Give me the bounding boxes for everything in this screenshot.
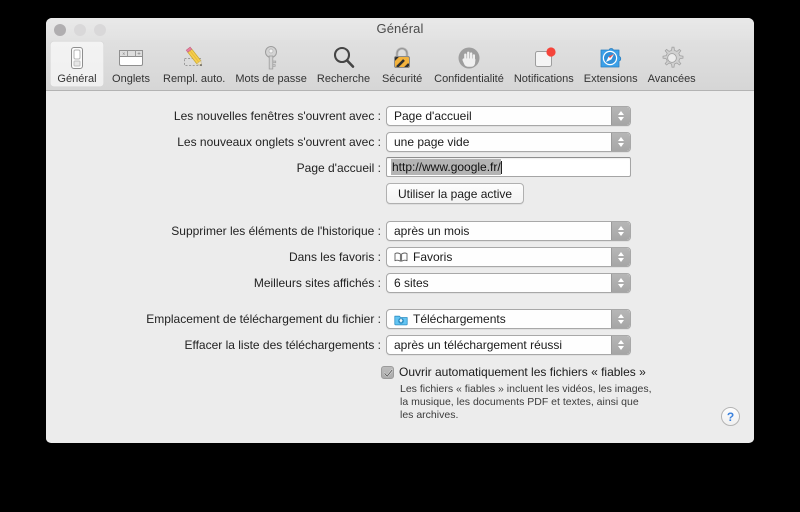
toolbar-item-security[interactable]: Sécurité bbox=[375, 41, 429, 87]
search-magnifier-icon bbox=[329, 44, 359, 72]
row-download-location: Emplacement de téléchargement du fichier… bbox=[46, 309, 381, 329]
favorites-stepper[interactable] bbox=[611, 248, 630, 266]
remove-history-stepper[interactable] bbox=[611, 222, 630, 240]
toolbar-item-label: Confidentialité bbox=[434, 73, 504, 85]
row-clear-downloads: Effacer la liste des téléchargements : bbox=[46, 335, 381, 355]
toolbar-item-label: Général bbox=[57, 73, 97, 85]
open-safe-files-label: Ouvrir automatiquement les fichiers « fi… bbox=[399, 365, 646, 379]
new-windows-popup[interactable]: Page d'accueil bbox=[386, 106, 631, 126]
new-tabs-stepper[interactable] bbox=[611, 133, 630, 151]
help-button-label: ? bbox=[726, 409, 735, 424]
row-new-windows: Les nouvelles fenêtres s'ouvrent avec : bbox=[46, 106, 381, 126]
clear-downloads-value: après un téléchargement réussi bbox=[394, 338, 563, 352]
toolbar-item-label: Avancées bbox=[647, 73, 696, 85]
homepage-label: Page d'accueil : bbox=[296, 161, 381, 175]
downloads-folder-icon bbox=[394, 313, 408, 326]
open-safe-files-row[interactable]: Ouvrir automatiquement les fichiers « fi… bbox=[381, 365, 646, 379]
toolbar-item-label: Extensions bbox=[583, 73, 638, 85]
toolbar-item-advanced[interactable]: Avancées bbox=[643, 41, 701, 87]
toolbar-item-privacy[interactable]: Confidentialité bbox=[429, 41, 509, 87]
toolbar-item-general[interactable]: Général bbox=[50, 41, 104, 87]
book-icon bbox=[394, 251, 408, 263]
download-location-popup[interactable]: Téléchargements bbox=[386, 309, 631, 329]
toolbar-item-notifications[interactable]: Notifications bbox=[509, 41, 579, 87]
notification-badge-icon bbox=[529, 44, 559, 72]
preferences-window: Général Général × + Onglets Rempl. auto.… bbox=[46, 18, 754, 443]
preferences-toolbar: Général × + Onglets Rempl. auto. Mots de… bbox=[46, 40, 754, 91]
row-top-sites: Meilleurs sites affichés : bbox=[46, 273, 381, 293]
top-sites-value: 6 sites bbox=[394, 276, 429, 290]
clear-downloads-label: Effacer la liste des téléchargements : bbox=[184, 338, 381, 352]
toolbar-item-label: Recherche bbox=[316, 73, 371, 85]
homepage-value: http://www.google.fr/ bbox=[391, 159, 501, 175]
toolbar-item-extensions[interactable]: Extensions bbox=[579, 41, 643, 87]
favorites-popup[interactable]: Favoris bbox=[386, 247, 631, 267]
toolbar-item-label: Onglets bbox=[112, 73, 150, 85]
svg-text:×: × bbox=[122, 51, 125, 57]
toolbar-item-passwords[interactable]: Mots de passe bbox=[230, 41, 312, 87]
homepage-input[interactable]: http://www.google.fr/ bbox=[386, 157, 631, 177]
favorites-value: Favoris bbox=[413, 250, 453, 264]
tabs-icon: × + bbox=[116, 44, 146, 72]
open-safe-files-help-text: Les fichiers « fiables » incluent les vi… bbox=[400, 383, 652, 421]
use-current-page-label: Utiliser la page active bbox=[398, 186, 513, 201]
new-tabs-value: une page vide bbox=[394, 135, 470, 149]
open-safe-files-checkbox[interactable] bbox=[381, 366, 394, 379]
general-icon bbox=[62, 44, 92, 72]
remove-history-popup[interactable]: après un mois bbox=[386, 221, 631, 241]
favorites-label: Dans les favoris : bbox=[288, 250, 381, 264]
row-favorites: Dans les favoris : bbox=[46, 247, 381, 267]
download-location-label: Emplacement de téléchargement du fichier… bbox=[146, 312, 381, 326]
toolbar-item-autofill[interactable]: Rempl. auto. bbox=[158, 41, 230, 87]
padlock-icon bbox=[387, 44, 417, 72]
download-location-value: Téléchargements bbox=[413, 312, 506, 326]
window-titlebar: Général bbox=[46, 18, 754, 40]
clear-downloads-stepper[interactable] bbox=[611, 336, 630, 354]
row-homepage: Page d'accueil : bbox=[46, 158, 381, 178]
autofill-pencil-icon bbox=[179, 44, 209, 72]
key-icon bbox=[256, 44, 286, 72]
use-current-page-button[interactable]: Utiliser la page active bbox=[386, 183, 525, 204]
clear-downloads-popup[interactable]: après un téléchargement réussi bbox=[386, 335, 631, 355]
toolbar-item-search[interactable]: Recherche bbox=[312, 41, 375, 87]
puzzle-compass-icon bbox=[596, 44, 626, 72]
new-windows-value: Page d'accueil bbox=[394, 109, 472, 123]
window-title: Général bbox=[376, 21, 424, 36]
toolbar-item-tabs[interactable]: × + Onglets bbox=[104, 41, 158, 87]
top-sites-label: Meilleurs sites affichés : bbox=[253, 276, 381, 290]
row-remove-history: Supprimer les éléments de l'historique : bbox=[46, 221, 381, 241]
svg-text:+: + bbox=[137, 52, 141, 58]
gear-icon bbox=[657, 44, 687, 72]
new-windows-stepper[interactable] bbox=[611, 107, 630, 125]
top-sites-stepper[interactable] bbox=[611, 274, 630, 292]
toolbar-item-label: Mots de passe bbox=[235, 73, 307, 85]
toolbar-item-label: Rempl. auto. bbox=[163, 73, 226, 85]
remove-history-label: Supprimer les éléments de l'historique : bbox=[171, 224, 381, 238]
download-location-stepper[interactable] bbox=[611, 310, 630, 328]
hand-icon bbox=[454, 44, 484, 72]
top-sites-popup[interactable]: 6 sites bbox=[386, 273, 631, 293]
preferences-content: Les nouvelles fenêtres s'ouvrent avec : … bbox=[46, 91, 754, 442]
new-tabs-popup[interactable]: une page vide bbox=[386, 132, 631, 152]
toolbar-item-label: Sécurité bbox=[381, 73, 423, 85]
toolbar-item-label: Notifications bbox=[513, 73, 574, 85]
text-caret bbox=[500, 160, 502, 174]
row-new-tabs: Les nouveaux onglets s'ouvrent avec : bbox=[46, 132, 381, 152]
help-button[interactable]: ? bbox=[721, 407, 740, 426]
new-tabs-label: Les nouveaux onglets s'ouvrent avec : bbox=[177, 135, 381, 149]
remove-history-value: après un mois bbox=[394, 224, 470, 238]
new-windows-label: Les nouvelles fenêtres s'ouvrent avec : bbox=[173, 109, 381, 123]
